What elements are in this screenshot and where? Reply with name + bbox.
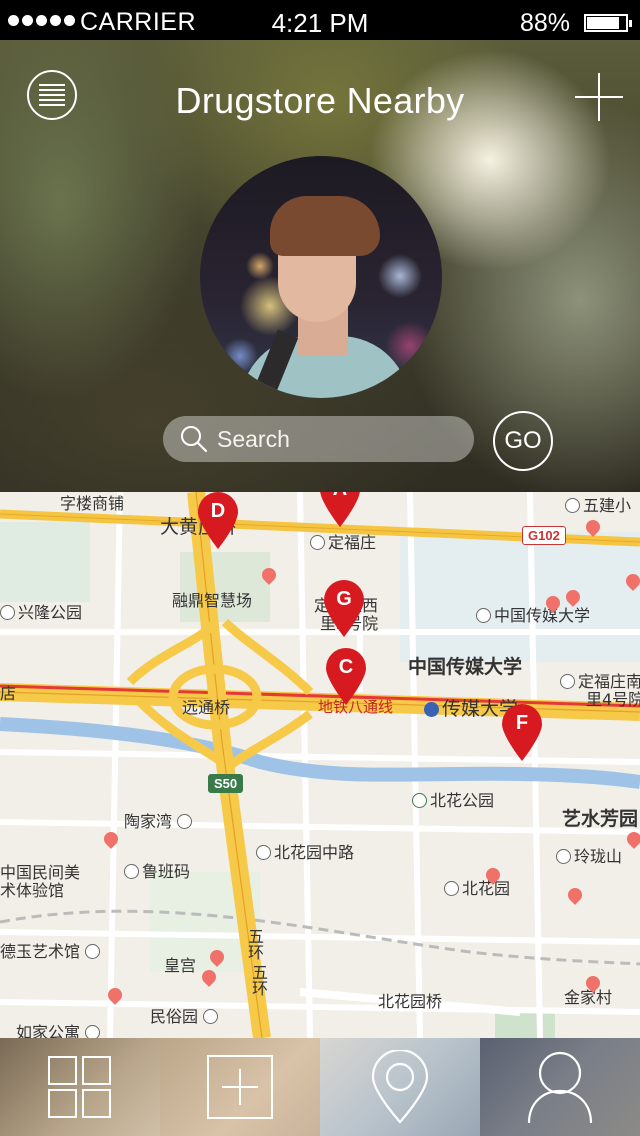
map-label: 鲁班码 [124, 858, 190, 882]
pharmacy-marker-a[interactable]: A [318, 492, 362, 528]
pharmacy-marker-d[interactable]: D [196, 492, 240, 550]
map-label: 五环 [249, 964, 268, 996]
map-label: 民俗园 [150, 1003, 221, 1027]
map-label: 北花园 [444, 875, 510, 899]
map-label: 定福庄 [310, 529, 376, 553]
map-label: 远通桥 [182, 698, 231, 717]
page-title: Drugstore Nearby [175, 80, 465, 121]
tab-bar [0, 1038, 640, 1136]
pharmacy-marker-c[interactable]: C [324, 648, 368, 706]
location-pin-icon [371, 1050, 429, 1124]
grid-icon [48, 1056, 111, 1118]
map-label: 北花园桥 [378, 992, 443, 1011]
map-label: 德玉艺术馆 [0, 938, 103, 962]
search-bar[interactable] [163, 416, 474, 462]
search-input[interactable] [217, 416, 457, 462]
battery-percentage: 88% [519, 9, 570, 37]
map-label: 融鼎智慧场 [172, 591, 253, 610]
map-label: 兴隆公园 [0, 599, 82, 623]
go-button[interactable]: GO [493, 411, 553, 471]
status-bar: CARRIER 4:21 PM 88% [0, 0, 640, 40]
header: Drugstore Nearby GO [0, 40, 640, 492]
road-shield: G102 [522, 526, 566, 545]
tab-add[interactable] [160, 1038, 320, 1136]
map-label: 术体验馆 [0, 881, 65, 900]
tab-grid[interactable] [0, 1038, 160, 1136]
user-icon [527, 1051, 593, 1123]
map-label: 陶家湾 [124, 808, 195, 832]
map-label: 如家公寓 [16, 1019, 103, 1038]
search-icon [181, 426, 208, 453]
map-label: 艺水芳园 [562, 808, 639, 830]
map-label: 店 [0, 684, 17, 703]
map-label: 北花公园 [412, 787, 494, 811]
map-label: 五环 [245, 928, 264, 960]
map-label: 字楼商铺 [60, 494, 125, 513]
avatar[interactable] [200, 156, 442, 398]
map-label: 皇宫 [164, 956, 197, 975]
screen: CARRIER 4:21 PM 88% Drugstore Nearby GO [0, 0, 640, 1136]
map-label: 中国传媒大学 [408, 656, 523, 678]
map-label: 玲珑山 [556, 843, 622, 867]
tab-profile[interactable] [480, 1038, 640, 1136]
pharmacy-marker-f[interactable]: F [500, 704, 544, 762]
map-label: 里4号院 [586, 690, 640, 709]
map[interactable]: 字楼商铺 五建小 大黄庄桥 定福庄 G102 融鼎智慧场 定福庄西 里2号院 兴… [0, 492, 640, 1038]
map-label: 五建小 [565, 492, 631, 516]
pharmacy-marker-g[interactable]: G [322, 580, 366, 638]
tab-map[interactable] [320, 1038, 480, 1136]
road-shield: S50 [208, 774, 244, 793]
map-label: 北花园中路 [256, 839, 354, 863]
add-icon [207, 1055, 273, 1119]
battery-icon [584, 14, 632, 32]
plus-icon[interactable] [575, 73, 623, 121]
